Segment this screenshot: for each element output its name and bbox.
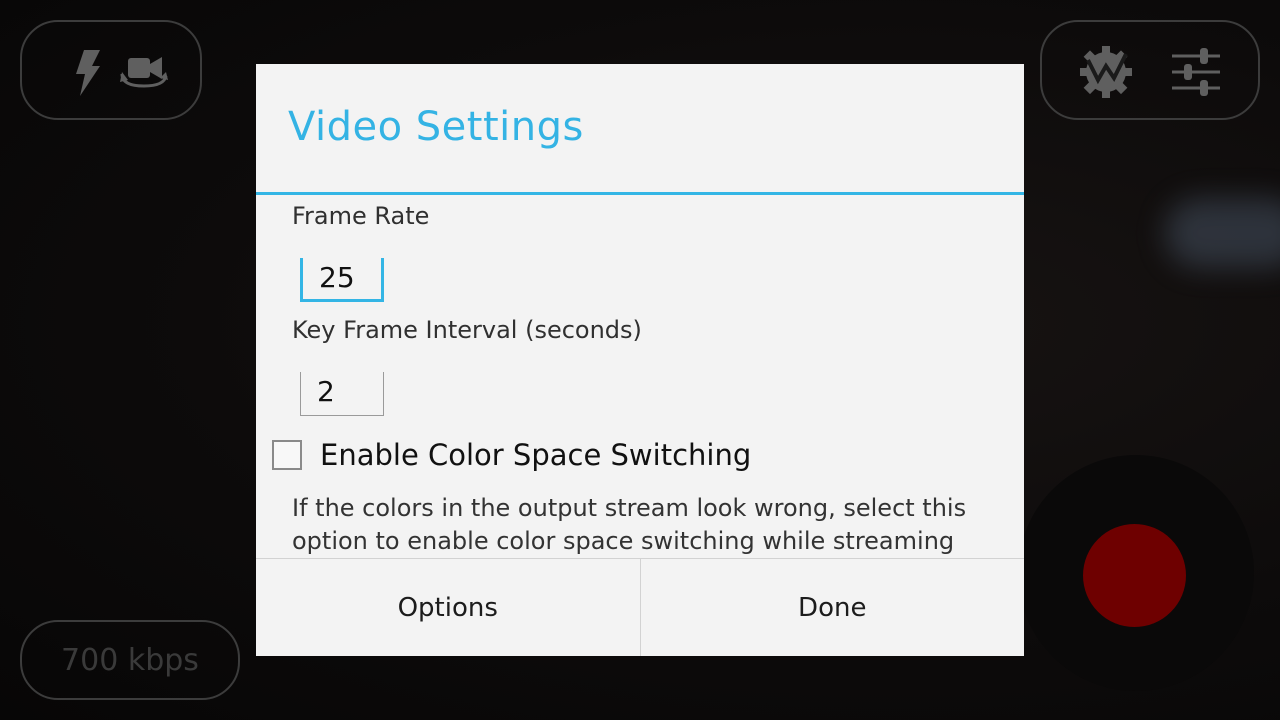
dialog-button-bar: Options Done xyxy=(256,558,1024,656)
broadcast-settings-icon[interactable] xyxy=(1078,44,1134,98)
color-space-help-text: If the colors in the output stream look … xyxy=(292,494,967,555)
frame-rate-input[interactable]: 25 xyxy=(300,258,384,302)
key-frame-interval-input[interactable]: 2 xyxy=(300,372,384,416)
title-divider xyxy=(256,192,1024,195)
bitrate-indicator: 700 kbps xyxy=(20,620,240,700)
sliders-icon[interactable] xyxy=(1170,46,1222,98)
background-blur xyxy=(1165,198,1280,268)
top-left-controls xyxy=(20,20,202,120)
flash-icon[interactable] xyxy=(72,50,102,96)
done-button[interactable]: Done xyxy=(639,559,1024,656)
top-right-controls xyxy=(1040,20,1260,120)
frame-rate-label: Frame Rate xyxy=(292,202,430,230)
record-button[interactable] xyxy=(1083,524,1186,627)
color-space-checkbox[interactable] xyxy=(272,440,302,470)
key-frame-interval-label: Key Frame Interval (seconds) xyxy=(292,316,642,344)
switch-camera-icon[interactable] xyxy=(118,52,170,92)
options-button[interactable]: Options xyxy=(256,559,640,656)
video-settings-dialog: Video Settings Frame Rate 25 Key Frame I… xyxy=(256,64,1024,656)
dialog-title: Video Settings xyxy=(288,104,584,150)
camera-screen: 700 kbps Video Settings Frame Rate 25 Ke… xyxy=(0,0,1280,720)
color-space-checkbox-label[interactable]: Enable Color Space Switching xyxy=(320,438,751,472)
